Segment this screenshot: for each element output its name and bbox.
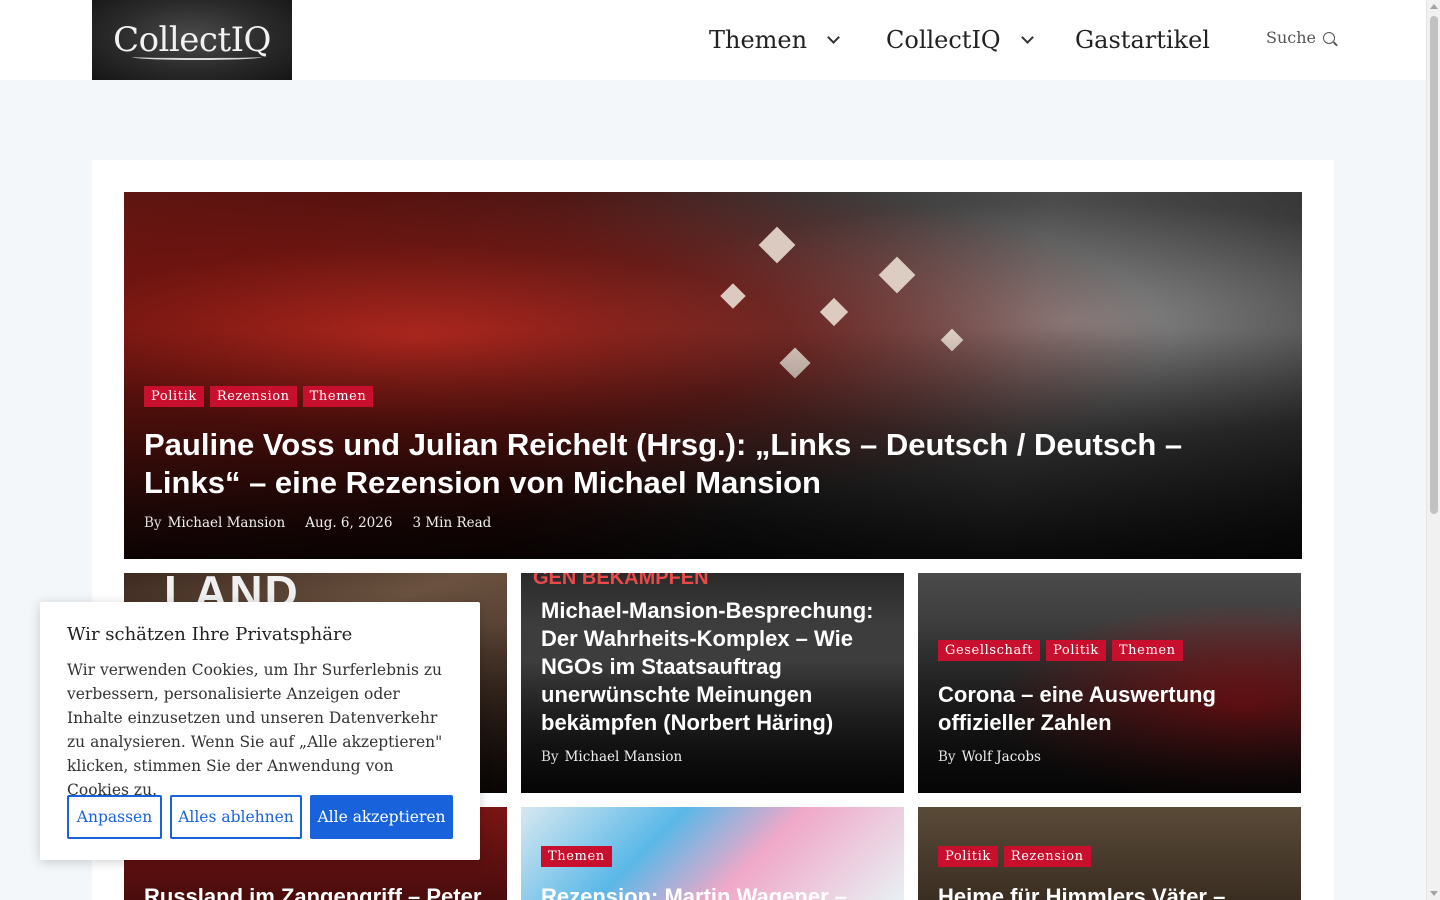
- hero-tags: Politik Rezension Themen: [144, 386, 374, 407]
- cookie-text: Wir verwenden Cookies, um Ihr Surferlebn…: [67, 661, 443, 799]
- author-link[interactable]: Michael Mansion: [168, 515, 286, 531]
- card-title[interactable]: Russland im Zangengriff – Peter: [144, 883, 489, 900]
- hero-image-petal: [720, 283, 746, 309]
- nav-gastartikel-label: Gastartikel: [1075, 26, 1210, 54]
- logo-swoosh: [132, 54, 262, 60]
- post-date: Aug. 6, 2026: [305, 515, 393, 531]
- nav-collectiq[interactable]: CollectIQ: [886, 0, 1034, 80]
- chevron-down-icon: [1020, 30, 1034, 44]
- hero-article[interactable]: [124, 192, 1302, 559]
- hero-title[interactable]: Pauline Voss und Julian Reichelt (Hrsg.)…: [144, 426, 1274, 502]
- chevron-down-icon: [827, 30, 840, 44]
- card-title[interactable]: Corona – eine Auswertung offizieller Zah…: [938, 681, 1283, 737]
- customize-button[interactable]: Anpassen: [67, 795, 162, 839]
- search-label: Suche: [1266, 28, 1316, 47]
- hero-image-petal: [878, 256, 916, 294]
- by-label: By: [938, 749, 956, 765]
- site-logo[interactable]: CollectIQ: [92, 0, 292, 80]
- tag-rezension[interactable]: Rezension: [209, 386, 297, 407]
- card-meta: By Michael Mansion: [541, 749, 682, 765]
- card-tags: Politik Rezension: [938, 846, 1091, 867]
- article-card[interactable]: GEN BEKÄMPFEN Michael-Mansion-Besprechun…: [521, 573, 904, 793]
- card-tags: Themen: [541, 846, 612, 867]
- nav-collectiq-label: CollectIQ: [886, 26, 1001, 54]
- read-time: 3 Min Read: [412, 515, 492, 531]
- author-link[interactable]: Michael Mansion: [565, 749, 683, 765]
- tag-themen[interactable]: Themen: [302, 386, 374, 407]
- article-card[interactable]: Themen Rezension: Martin Wagener –: [521, 807, 904, 900]
- article-card[interactable]: Politik Rezension Heime für Himmlers Vät…: [918, 807, 1301, 900]
- hero-image-petal: [758, 226, 796, 264]
- reject-all-button[interactable]: Alles ablehnen: [170, 795, 302, 839]
- tag-politik[interactable]: Politik: [1046, 640, 1106, 661]
- card-title[interactable]: Rezension: Martin Wagener –: [541, 883, 886, 900]
- scroll-down-icon[interactable]: [1430, 891, 1438, 896]
- card-tags: Gesellschaft Politik Themen: [938, 640, 1183, 661]
- cookie-title: Wir schätzen Ihre Privatsphäre: [67, 624, 353, 645]
- hero-image-petal: [819, 297, 849, 327]
- nav-themen[interactable]: Themen: [709, 0, 840, 80]
- article-card[interactable]: Gesellschaft Politik Themen Corona – ein…: [918, 573, 1301, 793]
- tag-gesellschaft[interactable]: Gesellschaft: [938, 640, 1041, 661]
- tag-politik[interactable]: Politik: [144, 386, 204, 407]
- tag-rezension[interactable]: Rezension: [1003, 846, 1091, 867]
- scroll-thumb[interactable]: [1430, 16, 1438, 514]
- site-header: CollectIQ Themen CollectIQ Gastartikel S…: [0, 0, 1426, 80]
- card-title[interactable]: Michael-Mansion-Besprechung: Der Wahrhei…: [541, 597, 886, 737]
- tag-politik[interactable]: Politik: [938, 846, 998, 867]
- cookie-consent-dialog: Wir schätzen Ihre Privatsphäre Wir verwe…: [40, 602, 480, 860]
- scroll-up-icon[interactable]: [1430, 4, 1438, 9]
- tag-themen[interactable]: Themen: [541, 846, 612, 867]
- search-icon: [1323, 31, 1335, 44]
- nav-gastartikel[interactable]: Gastartikel: [1075, 0, 1210, 80]
- tag-themen[interactable]: Themen: [1111, 640, 1183, 661]
- accept-all-button[interactable]: Alle akzeptieren: [310, 795, 453, 839]
- card-meta: By Wolf Jacobs: [938, 749, 1041, 765]
- card-title[interactable]: Heime für Himmlers Väter –: [938, 883, 1283, 900]
- card-image-text: GEN BEKÄMPFEN: [533, 573, 709, 589]
- search-button[interactable]: Suche: [1266, 28, 1335, 47]
- scrollbar[interactable]: [1426, 0, 1440, 900]
- hero-meta: By Michael Mansion Aug. 6, 2026 3 Min Re…: [144, 515, 491, 531]
- author-link[interactable]: Wolf Jacobs: [962, 749, 1041, 765]
- nav-themen-label: Themen: [709, 26, 808, 54]
- by-label: By: [144, 515, 162, 531]
- by-label: By: [541, 749, 559, 765]
